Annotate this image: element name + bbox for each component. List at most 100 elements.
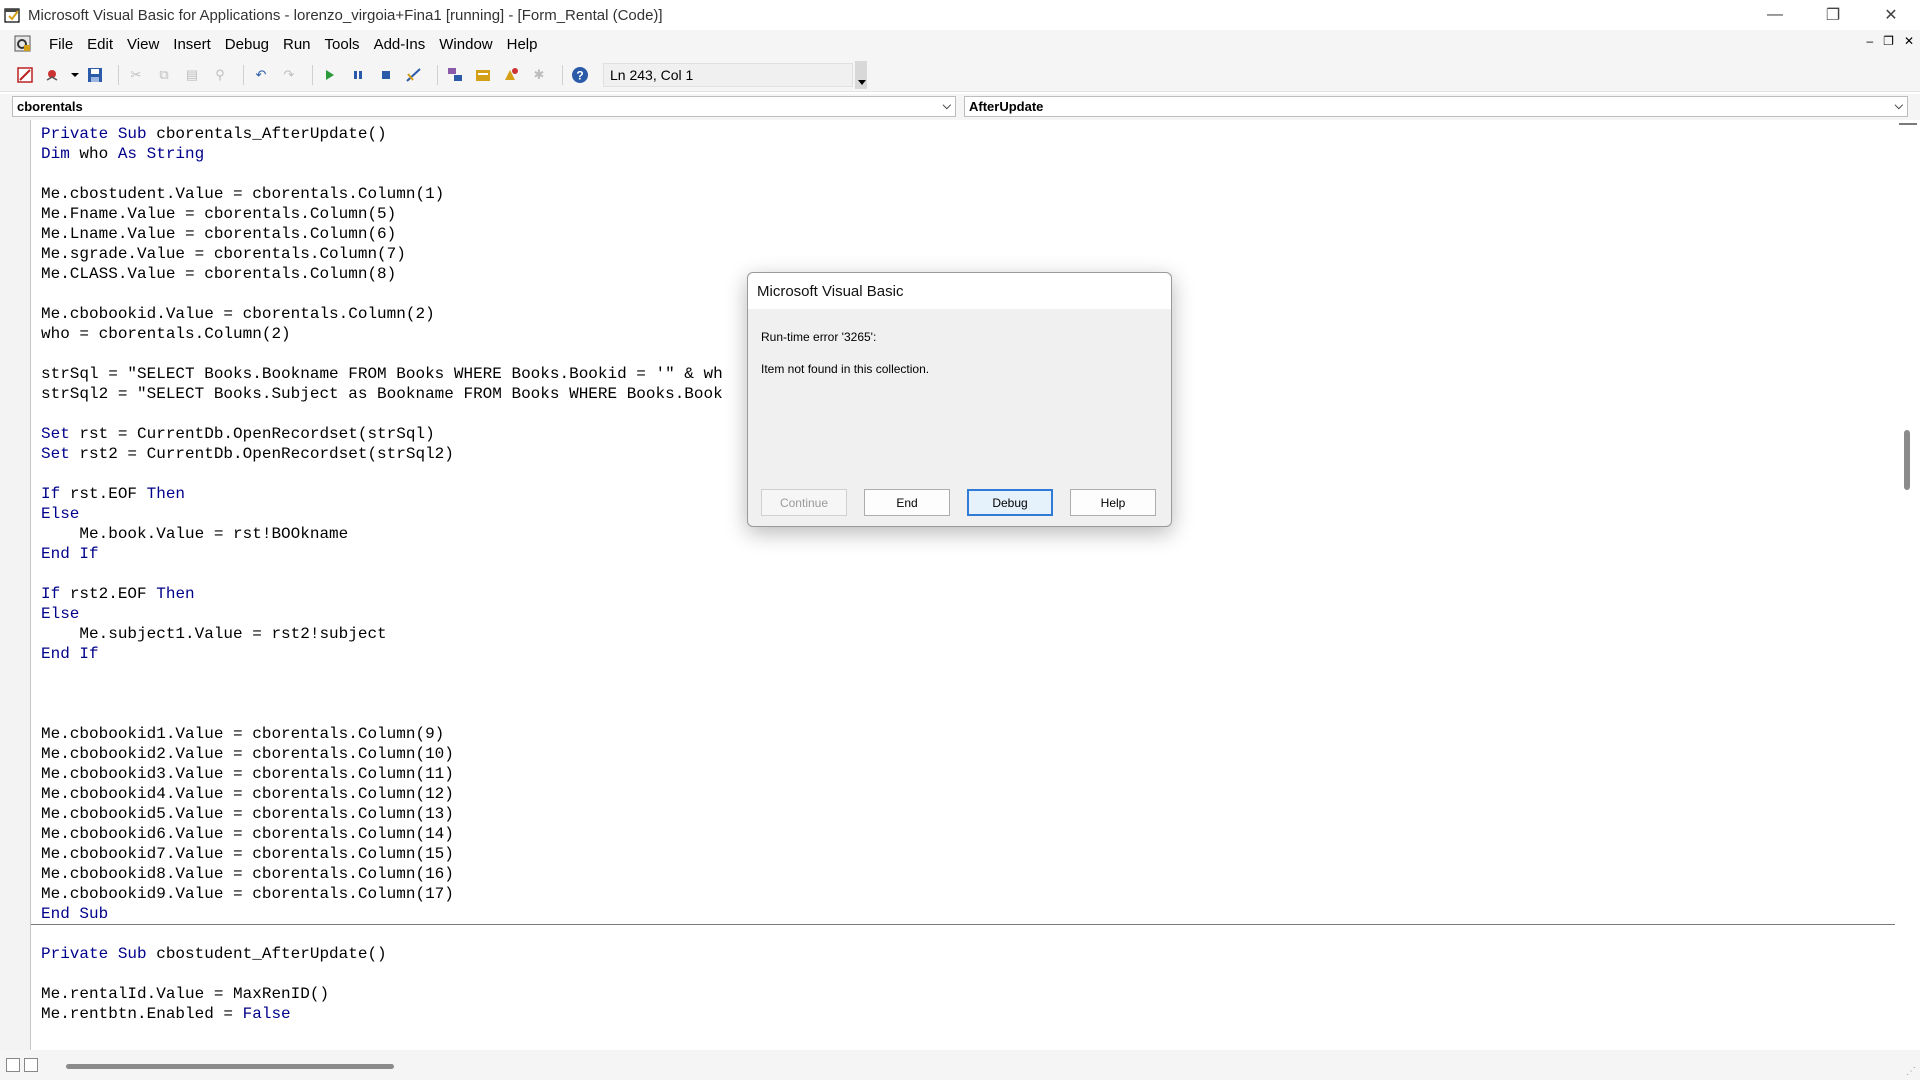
mdi-restore-button[interactable]: ❐: [1883, 34, 1894, 48]
close-window-button[interactable]: ✕: [1862, 0, 1920, 30]
code-line[interactable]: Me.cbobookid5.Value = cborentals.Column(…: [41, 804, 723, 824]
redo-icon[interactable]: ↷: [278, 64, 300, 86]
menu-view[interactable]: View: [120, 36, 166, 53]
code-editor[interactable]: Private Sub cborentals_AfterUpdate() Dim …: [0, 120, 1920, 1050]
menu-edit[interactable]: Edit: [80, 36, 120, 53]
break-icon[interactable]: [347, 64, 369, 86]
menu-help[interactable]: Help: [500, 36, 545, 53]
menu-insert[interactable]: Insert: [166, 36, 218, 53]
code-line[interactable]: [41, 964, 723, 984]
code-line[interactable]: Me.cbobookid9.Value = cborentals.Column(…: [41, 884, 723, 904]
code-line[interactable]: [41, 704, 723, 724]
debug-button[interactable]: Debug: [967, 489, 1053, 516]
cut-icon[interactable]: ✂: [125, 64, 147, 86]
help-icon[interactable]: ?: [569, 64, 591, 86]
code-line[interactable]: Me.cbobookid2.Value = cborentals.Column(…: [41, 744, 723, 764]
code-line[interactable]: Set rst2 = CurrentDb.OpenRecordset(strSq…: [41, 444, 723, 464]
code-line[interactable]: End If: [41, 644, 723, 664]
help-button[interactable]: Help: [1070, 489, 1156, 516]
split-bar[interactable]: [1899, 123, 1917, 125]
design-mode-icon[interactable]: [403, 64, 425, 86]
code-window-icon[interactable]: [12, 34, 34, 54]
code-line[interactable]: If rst.EOF Then: [41, 484, 723, 504]
procedure-view-button[interactable]: [6, 1058, 20, 1072]
find-icon[interactable]: ⚲: [209, 64, 231, 86]
code-line[interactable]: Me.cbobookid6.Value = cborentals.Column(…: [41, 824, 723, 844]
dropdown-icon[interactable]: [70, 64, 80, 86]
code-line[interactable]: [41, 924, 723, 944]
continue-button[interactable]: Continue: [761, 489, 847, 516]
code-line[interactable]: Me.Lname.Value = cborentals.Column(6): [41, 224, 723, 244]
toolbox-icon[interactable]: ✱: [528, 64, 550, 86]
code-line[interactable]: Private Sub cborentals_AfterUpdate(): [41, 124, 723, 144]
insert-userform-icon[interactable]: [42, 64, 64, 86]
procedure-combo[interactable]: AfterUpdate ⌵: [964, 96, 1908, 117]
menu-run[interactable]: Run: [276, 36, 318, 53]
project-explorer-icon[interactable]: [444, 64, 466, 86]
code-line[interactable]: strSql = "SELECT Books.Bookname FROM Boo…: [41, 364, 723, 384]
code-line[interactable]: Me.subject1.Value = rst2!subject: [41, 624, 723, 644]
code-line[interactable]: Me.cbobookid7.Value = cborentals.Column(…: [41, 844, 723, 864]
code-line[interactable]: Else: [41, 604, 723, 624]
vertical-scrollbar[interactable]: [1895, 120, 1920, 1050]
code-line[interactable]: If rst2.EOF Then: [41, 584, 723, 604]
code-line[interactable]: who = cborentals.Column(2): [41, 324, 723, 344]
menu-debug[interactable]: Debug: [218, 36, 276, 53]
code-line[interactable]: Private Sub cbostudent_AfterUpdate(): [41, 944, 723, 964]
object-browser-icon[interactable]: [500, 64, 522, 86]
menu-file[interactable]: File: [42, 36, 80, 53]
view-access-icon[interactable]: [14, 64, 36, 86]
save-icon[interactable]: [84, 64, 106, 86]
code-line[interactable]: Me.book.Value = rst!BOOkname: [41, 524, 723, 544]
code-line[interactable]: Me.cbobookid1.Value = cborentals.Column(…: [41, 724, 723, 744]
minimize-button[interactable]: —: [1746, 0, 1804, 30]
end-button[interactable]: End: [864, 489, 950, 516]
code-line[interactable]: Set rst = CurrentDb.OpenRecordset(strSql…: [41, 424, 723, 444]
code-line[interactable]: Else: [41, 504, 723, 524]
menu-window[interactable]: Window: [432, 36, 499, 53]
horizontal-scrollbar[interactable]: ⋰: [0, 1050, 1920, 1080]
undo-icon[interactable]: ↶: [250, 64, 272, 86]
code-line[interactable]: [41, 164, 723, 184]
code-line[interactable]: Me.rentbtn.Enabled = False: [41, 1004, 723, 1024]
code-line[interactable]: [41, 664, 723, 684]
mdi-close-button[interactable]: ✕: [1904, 34, 1914, 48]
code-line[interactable]: Me.cbobookid.Value = cborentals.Column(2…: [41, 304, 723, 324]
code-line[interactable]: Me.cbobookid8.Value = cborentals.Column(…: [41, 864, 723, 884]
menu-tools[interactable]: Tools: [318, 36, 367, 53]
vertical-scroll-thumb[interactable]: [1904, 430, 1910, 490]
horizontal-scroll-thumb[interactable]: [66, 1064, 394, 1069]
code-line[interactable]: [41, 344, 723, 364]
code-line[interactable]: [41, 404, 723, 424]
code-line[interactable]: Me.rentalId.Value = MaxRenID(): [41, 984, 723, 1004]
code-line[interactable]: [41, 684, 723, 704]
code-line[interactable]: End Sub: [41, 904, 723, 924]
code-line[interactable]: Me.cbobookid3.Value = cborentals.Column(…: [41, 764, 723, 784]
reset-icon[interactable]: [375, 64, 397, 86]
code-line[interactable]: [41, 564, 723, 584]
copy-icon[interactable]: ⧉: [153, 64, 175, 86]
chevron-down-icon[interactable]: ⌵: [1895, 100, 1903, 113]
code-line[interactable]: [41, 464, 723, 484]
run-icon[interactable]: [319, 64, 341, 86]
code-text[interactable]: Private Sub cborentals_AfterUpdate() Dim …: [41, 124, 723, 1024]
restore-button[interactable]: ❐: [1804, 0, 1862, 30]
toolbar-options-grip[interactable]: [855, 60, 867, 89]
code-line[interactable]: Me.sgrade.Value = cborentals.Column(7): [41, 244, 723, 264]
code-line[interactable]: End If: [41, 544, 723, 564]
code-line[interactable]: Me.CLASS.Value = cborentals.Column(8): [41, 264, 723, 284]
properties-icon[interactable]: [472, 64, 494, 86]
mdi-minimize-button[interactable]: –: [1866, 34, 1873, 48]
paste-icon[interactable]: ▤: [181, 64, 203, 86]
full-module-view-button[interactable]: [24, 1058, 38, 1072]
resize-grip-icon[interactable]: ⋰: [1906, 1066, 1916, 1077]
object-combo[interactable]: cborentals ⌵: [12, 96, 956, 117]
code-line[interactable]: strSql2 = "SELECT Books.Subject as Bookn…: [41, 384, 723, 404]
margin-indicator-bar[interactable]: [0, 120, 31, 1050]
code-line[interactable]: Me.Fname.Value = cborentals.Column(5): [41, 204, 723, 224]
code-line[interactable]: Me.cbostudent.Value = cborentals.Column(…: [41, 184, 723, 204]
code-line[interactable]: Me.cbobookid4.Value = cborentals.Column(…: [41, 784, 723, 804]
code-line[interactable]: [41, 284, 723, 304]
code-line[interactable]: Dim who As String: [41, 144, 723, 164]
menu-add-ins[interactable]: Add-Ins: [367, 36, 433, 53]
